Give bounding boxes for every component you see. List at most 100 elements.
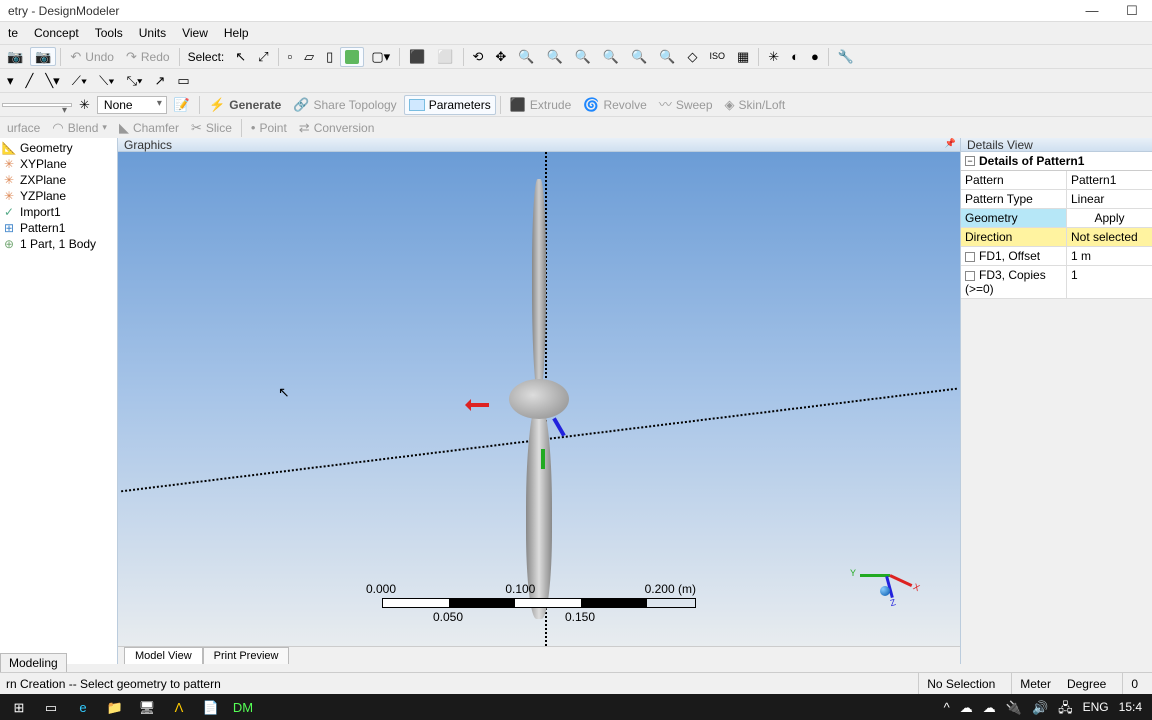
edge-icon[interactable]: e <box>68 696 98 718</box>
dm-icon[interactable]: DM <box>228 696 258 718</box>
select-face-icon[interactable]: ▯ <box>321 47 338 66</box>
tree-yzplane[interactable]: ✳YZPlane <box>0 188 117 204</box>
new-sketch-icon[interactable]: 📝 <box>169 95 195 114</box>
skinloft-button[interactable]: ◈Skin/Loft <box>720 95 791 115</box>
probe-icon[interactable]: 🔧 <box>833 47 859 66</box>
generate-button[interactable]: ⚡Generate <box>204 94 286 116</box>
tab-modeling[interactable]: Modeling <box>0 653 67 672</box>
select-mode-dropdown[interactable]: ▢▾ <box>366 47 395 66</box>
tree-root[interactable]: 📐Geometry <box>0 140 117 156</box>
pan-icon[interactable]: ✥ <box>490 47 511 66</box>
select-cursor-icon[interactable]: ⤢ <box>253 47 273 66</box>
app2-icon[interactable]: 📄 <box>196 696 226 718</box>
save-icon[interactable]: 📷 <box>2 47 28 66</box>
prop-pattern[interactable]: Pattern Pattern1 <box>961 171 1152 190</box>
lasso-select-icon[interactable]: ⬜ <box>432 47 458 66</box>
line-icon[interactable]: ╱ <box>21 71 39 90</box>
zoom-sel-icon[interactable]: 🔍 <box>626 47 652 66</box>
menu-view[interactable]: View <box>174 26 216 40</box>
surface-button[interactable]: urface <box>2 118 45 138</box>
tray-network-icon[interactable]: 🖧 <box>1058 701 1073 714</box>
iso-icon[interactable]: ISO <box>704 49 730 64</box>
select-vertex-icon[interactable]: ▫ <box>283 47 298 66</box>
zoom-in-icon[interactable]: 🔍 <box>513 47 539 66</box>
select-label: Select: <box>184 50 229 64</box>
line2-icon[interactable]: ╲▾ <box>40 71 64 90</box>
rect-icon[interactable]: ▭ <box>172 71 194 90</box>
tray-onedrive-icon[interactable]: ☁ <box>960 701 973 714</box>
menu-help[interactable]: Help <box>216 26 257 40</box>
menu-concept[interactable]: Concept <box>26 26 87 40</box>
tray-power-icon[interactable]: 🔌 <box>1006 701 1022 714</box>
tree-xyplane[interactable]: ✳XYPlane <box>0 156 117 172</box>
prop-direction[interactable]: Direction Not selected <box>961 228 1152 247</box>
plane-icon[interactable]: ✳ <box>74 95 95 114</box>
box-select-icon[interactable]: ⬛ <box>404 47 430 66</box>
display-icon[interactable]: ▦ <box>732 47 754 66</box>
tray-cloud-icon[interactable]: ☁ <box>983 701 996 714</box>
parameters-button[interactable]: Parameters <box>404 95 496 115</box>
tray-volume-icon[interactable]: 🔊 <box>1032 701 1048 714</box>
look-at-icon[interactable]: ◇ <box>682 47 702 66</box>
sketch-dropdown-1[interactable]: ▾ <box>2 71 19 90</box>
toolbar-row-3: ✳ None 📝 ⚡Generate 🔗Share Topology Param… <box>0 92 1152 116</box>
line4-icon[interactable]: ⟍▾ <box>94 71 119 90</box>
zoom-fit-icon[interactable]: 🔍 <box>598 47 624 66</box>
line3-icon[interactable]: ⟋▾ <box>67 71 92 90</box>
snapshot-icon[interactable]: 📷 <box>30 47 56 66</box>
conversion-button[interactable]: ⇄Conversion <box>294 118 380 138</box>
view-triad[interactable] <box>860 554 920 604</box>
prop-geometry[interactable]: Geometry Apply <box>961 209 1152 228</box>
sketch-select[interactable] <box>2 103 72 107</box>
tab-model-view[interactable]: Model View <box>124 647 203 664</box>
zoom-box-icon[interactable]: 🔍 <box>570 47 596 66</box>
pin-icon[interactable]: 📌 <box>945 138 956 149</box>
task-view-icon[interactable]: ▭ <box>36 696 66 718</box>
blend-button[interactable]: ◠Blend▾ <box>47 118 112 138</box>
start-button[interactable]: ⊞ <box>4 696 34 718</box>
share-topology-button[interactable]: 🔗Share Topology <box>288 95 401 115</box>
undo-button[interactable]: ↶Undo <box>65 47 119 67</box>
prop-fd3-copies[interactable]: FD3, Copies (>=0) 1 <box>961 266 1152 299</box>
graphics-viewport[interactable]: ↖ 0.000 0.100 0.200 (m) 0.050 0.150 <box>118 152 960 646</box>
tray-lang[interactable]: ENG <box>1083 700 1109 714</box>
maximize-button[interactable]: ☐ <box>1112 0 1152 22</box>
tree-import1[interactable]: ✓Import1 <box>0 204 117 220</box>
menu-units[interactable]: Units <box>131 26 174 40</box>
slice-button[interactable]: ✂Slice <box>186 118 237 138</box>
point-button[interactable]: •Point <box>246 118 292 138</box>
menu-tools[interactable]: Tools <box>87 26 131 40</box>
prop-fd1-offset[interactable]: FD1, Offset 1 m <box>961 247 1152 266</box>
tree-part-body[interactable]: ⊕1 Part, 1 Body <box>0 236 117 252</box>
details-subheader[interactable]: − Details of Pattern1 <box>961 152 1152 171</box>
ansys-icon[interactable]: Λ <box>164 696 194 718</box>
tree-zxplane[interactable]: ✳ZXPlane <box>0 172 117 188</box>
dot-icon[interactable]: ● <box>806 47 824 66</box>
sweep-button[interactable]: 〰Sweep <box>654 95 718 115</box>
extrude-button[interactable]: ⬛Extrude <box>505 95 577 115</box>
tab-print-preview[interactable]: Print Preview <box>203 647 290 664</box>
zoom-out-icon[interactable]: 🔍 <box>542 47 568 66</box>
tree-pattern1[interactable]: ⊞Pattern1 <box>0 220 117 236</box>
line6-icon[interactable]: ↗ <box>150 71 171 90</box>
select-body-icon[interactable] <box>340 47 364 67</box>
tray-time[interactable]: 15:4 <box>1119 700 1142 714</box>
rotate-icon[interactable]: ⟲ <box>468 47 489 66</box>
redo-button[interactable]: ↷Redo <box>121 47 175 67</box>
select-edge-icon[interactable]: ▱ <box>299 47 319 66</box>
select-arrow-icon[interactable]: ↖ <box>230 47 251 66</box>
explorer-icon[interactable]: 📁 <box>100 696 130 718</box>
zoom-prev-icon[interactable]: 🔍 <box>654 47 680 66</box>
minimize-button[interactable]: — <box>1072 0 1112 22</box>
app1-icon[interactable]: 🖥 <box>132 696 162 718</box>
shade-icon[interactable]: ◐ <box>786 47 804 66</box>
prop-pattern-type[interactable]: Pattern Type Linear <box>961 190 1152 209</box>
status-message: rn Creation -- Select geometry to patter… <box>6 677 910 691</box>
tray-up-icon[interactable]: ^ <box>944 701 950 714</box>
revolve-button[interactable]: 🌀Revolve <box>578 95 652 115</box>
plane-select[interactable]: None <box>97 96 167 114</box>
axes-icon[interactable]: ✳ <box>763 47 784 66</box>
line5-icon[interactable]: ⤡▾ <box>122 71 148 90</box>
menu-create[interactable]: te <box>0 26 26 40</box>
chamfer-button[interactable]: ◣Chamfer <box>114 118 184 138</box>
